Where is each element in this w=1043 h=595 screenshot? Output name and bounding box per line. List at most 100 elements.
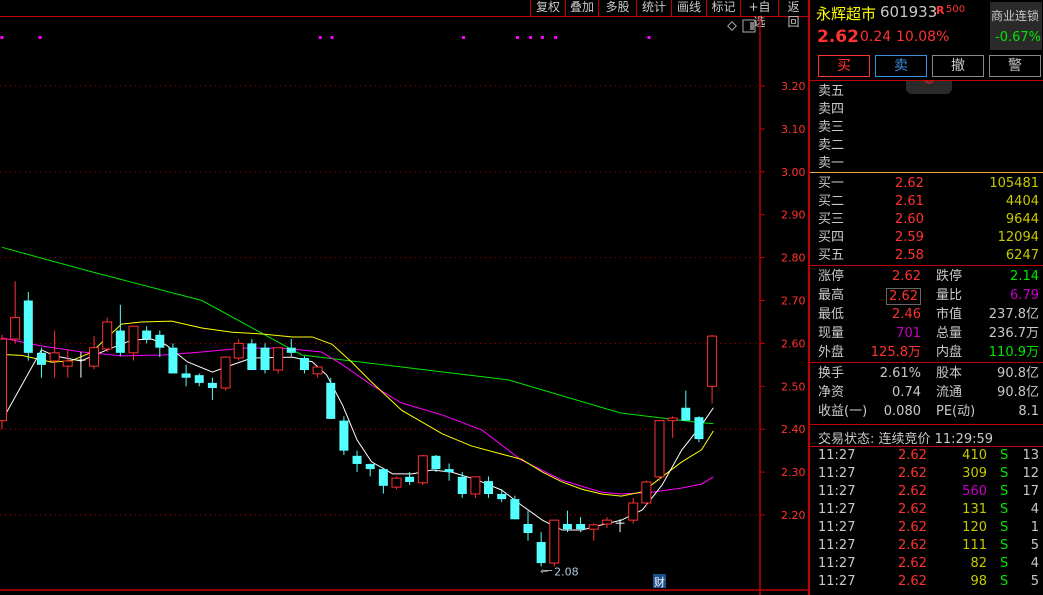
candle-body: [470, 476, 481, 495]
tick-side: S: [1000, 448, 1009, 463]
stat-label: 现量: [818, 326, 845, 341]
candle-body: [417, 455, 428, 484]
ask-label: 卖二: [818, 138, 845, 153]
ask-row[interactable]: 卖四: [810, 101, 1043, 119]
toolbar-item-6[interactable]: +自选: [740, 0, 778, 29]
tick-count: 5: [1030, 574, 1039, 589]
candle-body: [694, 417, 704, 440]
tick-side: S: [1000, 556, 1009, 571]
toolbar-item-3[interactable]: 统计: [636, 0, 671, 16]
tick-volume: 120: [962, 520, 987, 535]
tick-row: 11:27 2.62 131 S 4: [810, 501, 1043, 519]
candle-body: [707, 335, 718, 387]
buy-button[interactable]: 买: [818, 55, 870, 77]
y-tick-label: 2.20: [781, 509, 806, 522]
bid-row[interactable]: 买四 2.59 12094: [810, 229, 1043, 247]
stat-label: 跌停: [936, 269, 963, 284]
signal-marker: [38, 36, 42, 39]
tick-volume: 82: [970, 556, 987, 571]
sell-button[interactable]: 卖: [875, 55, 927, 77]
candle-body: [378, 469, 388, 486]
candle-body: [233, 342, 244, 359]
candle-body: [431, 455, 441, 470]
candlestick-chart[interactable]: 3.20 3.10 3.00 2.90 2.80 2.70 2.60 2.50 2.40 2.30…: [0, 17, 808, 595]
alert-button[interactable]: 警: [989, 55, 1041, 77]
bid-row[interactable]: 买一 2.62 105481: [810, 175, 1043, 193]
ask-row[interactable]: 卖三: [810, 119, 1043, 137]
tick-row: 11:27 2.62 111 S 5: [810, 537, 1043, 555]
margin-badge: R: [936, 4, 945, 17]
tick-price: 2.62: [898, 520, 927, 535]
bid-row[interactable]: 买三 2.60 9644: [810, 211, 1043, 229]
tick-volume: 131: [962, 502, 987, 517]
bid-label: 买四: [818, 230, 845, 245]
tick-side: S: [1000, 484, 1009, 499]
candle-body: [628, 502, 639, 521]
toolbar-item-4[interactable]: 画线: [671, 0, 706, 16]
tick-row: 11:27 2.62 120 S 1: [810, 519, 1043, 537]
tick-price: 2.62: [898, 538, 927, 553]
bid-volume: 4404: [1005, 194, 1039, 209]
y-tick-label: 2.70: [781, 295, 806, 308]
tick-side: S: [1000, 538, 1009, 553]
tick-count: 5: [1030, 538, 1039, 553]
toolbar-item-2[interactable]: 多股: [598, 0, 636, 16]
stat-value: 2.62: [886, 288, 921, 305]
ask-row[interactable]: 卖五: [810, 83, 1043, 101]
candle-body: [510, 499, 520, 520]
y-tick-label: 2.90: [781, 209, 806, 222]
y-tick-label: 2.80: [781, 252, 806, 265]
candle-body: [681, 407, 691, 421]
stat-value: 90.8亿: [997, 366, 1039, 381]
tick-price: 2.62: [898, 466, 927, 481]
margin-badge-sub: 500: [946, 4, 966, 15]
sector-box[interactable]: 商业连锁 -0.67%: [990, 2, 1042, 50]
bid-price: 2.58: [895, 248, 924, 263]
tick-time: 11:27: [818, 556, 856, 571]
ask-row[interactable]: 卖二: [810, 137, 1043, 155]
candle-body: [601, 519, 612, 525]
stat-label: 最高: [818, 288, 845, 303]
toolbar-item-7[interactable]: 返回: [778, 0, 808, 29]
tick-price: 2.62: [898, 556, 927, 571]
stock-name: 永辉超市: [816, 5, 877, 23]
stat-label: 换手: [818, 366, 845, 381]
bid-row[interactable]: 买五 2.58 6247: [810, 247, 1043, 265]
ask-row[interactable]: 卖一: [810, 155, 1043, 173]
candle-body: [247, 343, 257, 370]
tick-time: 11:27: [818, 448, 856, 463]
stat-value: 0.080: [883, 404, 921, 419]
finance-badge[interactable]: 财: [654, 575, 665, 589]
bid-label: 买三: [818, 212, 845, 227]
candle-body: [142, 330, 152, 340]
tick-time: 11:27: [818, 574, 856, 589]
stat-row: 最低 2.46 市值 237.8亿: [810, 306, 1043, 324]
signal-marker: [318, 36, 322, 39]
toolbar-item-1[interactable]: 叠加: [565, 0, 598, 16]
toolbar-item-0[interactable]: 复权: [530, 0, 565, 16]
cancel-order-button[interactable]: 撤: [932, 55, 984, 77]
candle-body: [260, 347, 270, 370]
candle-body: [549, 519, 560, 564]
candle-body: [115, 330, 125, 353]
candle-body: [62, 360, 73, 367]
tick-side: S: [1000, 466, 1009, 481]
bid-price: 2.60: [895, 212, 924, 227]
tick-row: 11:27 2.62 82 S 4: [810, 555, 1043, 573]
stat-label: 外盘: [818, 345, 845, 360]
toolbar-item-5[interactable]: 标记: [706, 0, 740, 16]
candle-body: [391, 477, 402, 488]
tick-price: 2.62: [898, 484, 927, 499]
stat-label: PE(动): [936, 404, 976, 419]
bid-row[interactable]: 买二 2.61 4404: [810, 193, 1043, 211]
y-tick-label: 2.50: [781, 380, 806, 393]
ask-label: 卖三: [818, 120, 845, 135]
tick-count: 4: [1030, 502, 1039, 517]
tick-row: 11:27 2.62 98 S 5: [810, 573, 1043, 591]
candle-body: [181, 373, 191, 378]
signal-marker: [0, 36, 4, 39]
candle-body: [484, 481, 494, 494]
candle-body: [102, 321, 113, 350]
signal-marker: [529, 36, 533, 39]
signal-marker: [554, 36, 558, 39]
